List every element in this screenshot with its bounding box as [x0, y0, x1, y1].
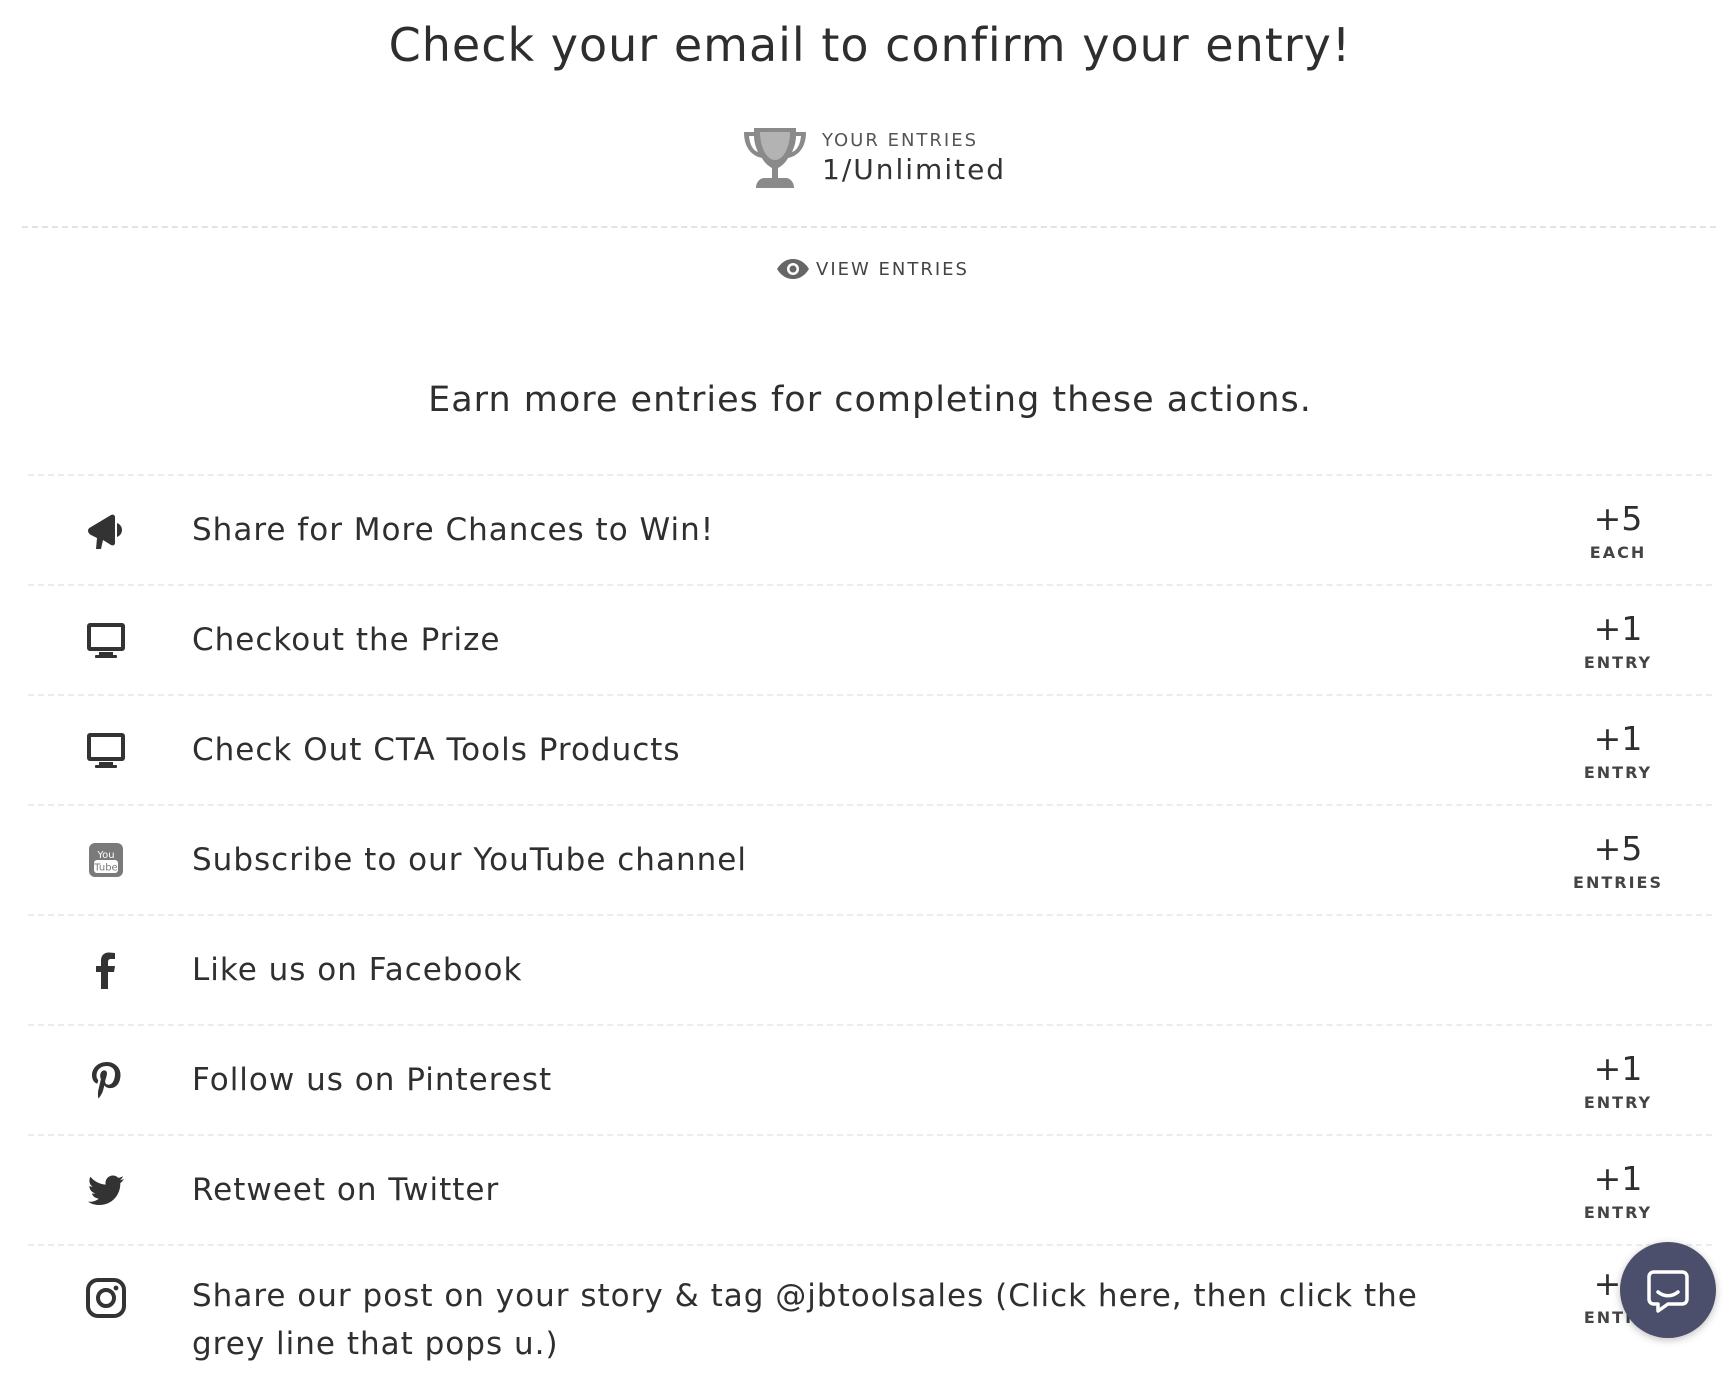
action-row-share[interactable]: Share for More Chances to Win! +5 EACH: [28, 476, 1712, 586]
facebook-icon: [84, 948, 128, 992]
action-row-pinterest[interactable]: Follow us on Pinterest +1 ENTRY: [28, 1026, 1712, 1136]
reward-unit: EACH: [1589, 542, 1647, 562]
reward-badge: +5 EACH: [1558, 499, 1678, 562]
reward-value: +1: [1593, 608, 1643, 648]
reward-unit: ENTRY: [1583, 1092, 1653, 1112]
youtube-icon: You Tube: [84, 838, 128, 882]
action-label: Follow us on Pinterest: [192, 1062, 553, 1098]
eye-icon: [777, 259, 809, 279]
chat-button[interactable]: [1620, 1242, 1716, 1338]
action-label: Like us on Facebook: [192, 952, 523, 988]
instagram-icon: [84, 1276, 128, 1320]
view-entries-label: VIEW ENTRIES: [816, 258, 969, 280]
reward-value: +1: [1593, 718, 1643, 758]
monitor-icon: [84, 618, 128, 662]
entries-text: YOUR ENTRIES 1/Unlimited: [822, 130, 1006, 186]
entries-count: 1/Unlimited: [822, 153, 1007, 186]
reward-badge: +5 ENTRIES: [1558, 829, 1678, 892]
view-entries-link[interactable]: VIEW ENTRIES: [776, 258, 969, 280]
chat-icon: [1647, 1270, 1689, 1313]
trophy-icon: [744, 128, 806, 188]
contest-page: Check your email to confirm your entry! …: [0, 0, 1732, 1364]
reward-value: +5: [1593, 498, 1643, 538]
action-label: Share for More Chances to Win!: [192, 512, 715, 548]
action-row-facebook[interactable]: Like us on Facebook: [28, 916, 1712, 1026]
pinterest-icon: [84, 1058, 128, 1102]
confirmation-headline: Check your email to confirm your entry!: [388, 18, 1352, 72]
action-label: Check Out CTA Tools Products: [192, 732, 681, 768]
reward-badge: +1 ENTRY: [1558, 719, 1678, 782]
action-row-youtube[interactable]: You Tube Subscribe to our YouTube channe…: [28, 806, 1712, 916]
actions-list: Share for More Chances to Win! +5 EACH C…: [28, 474, 1712, 1386]
action-row-cta-products[interactable]: Check Out CTA Tools Products +1 ENTRY: [28, 696, 1712, 806]
monitor-icon: [84, 728, 128, 772]
actions-heading: Earn more entries for completing these a…: [428, 380, 1312, 420]
reward-unit: ENTRY: [1583, 1202, 1653, 1222]
reward-unit: ENTRIES: [1573, 872, 1663, 892]
divider: [22, 226, 1716, 228]
svg-text:You: You: [96, 850, 114, 861]
action-row-instagram[interactable]: Share our post on your story & tag @jbto…: [28, 1246, 1712, 1386]
action-label: Retweet on Twitter: [192, 1172, 500, 1208]
reward-badge: +1 ENTRY: [1558, 1159, 1678, 1222]
reward-value: +1: [1593, 1158, 1643, 1198]
reward-value: +1: [1593, 1048, 1643, 1088]
entries-caption: YOUR ENTRIES: [822, 130, 979, 151]
reward-unit: ENTRY: [1583, 652, 1653, 672]
action-row-checkout-prize[interactable]: Checkout the Prize +1 ENTRY: [28, 586, 1712, 696]
reward-badge: +1 ENTRY: [1558, 1049, 1678, 1112]
action-row-twitter[interactable]: Retweet on Twitter +1 ENTRY: [28, 1136, 1712, 1246]
reward-value: +5: [1593, 828, 1643, 868]
twitter-icon: [84, 1168, 128, 1212]
reward-unit: ENTRY: [1583, 762, 1653, 782]
megaphone-icon: [84, 508, 128, 552]
reward-badge: +1 ENTRY: [1558, 609, 1678, 672]
action-label: Checkout the Prize: [192, 622, 501, 658]
action-label: Subscribe to our YouTube channel: [192, 842, 747, 878]
action-label: Share our post on your story & tag @jbto…: [192, 1278, 1418, 1362]
entries-summary: YOUR ENTRIES 1/Unlimited: [740, 118, 1006, 198]
svg-text:Tube: Tube: [93, 863, 117, 874]
